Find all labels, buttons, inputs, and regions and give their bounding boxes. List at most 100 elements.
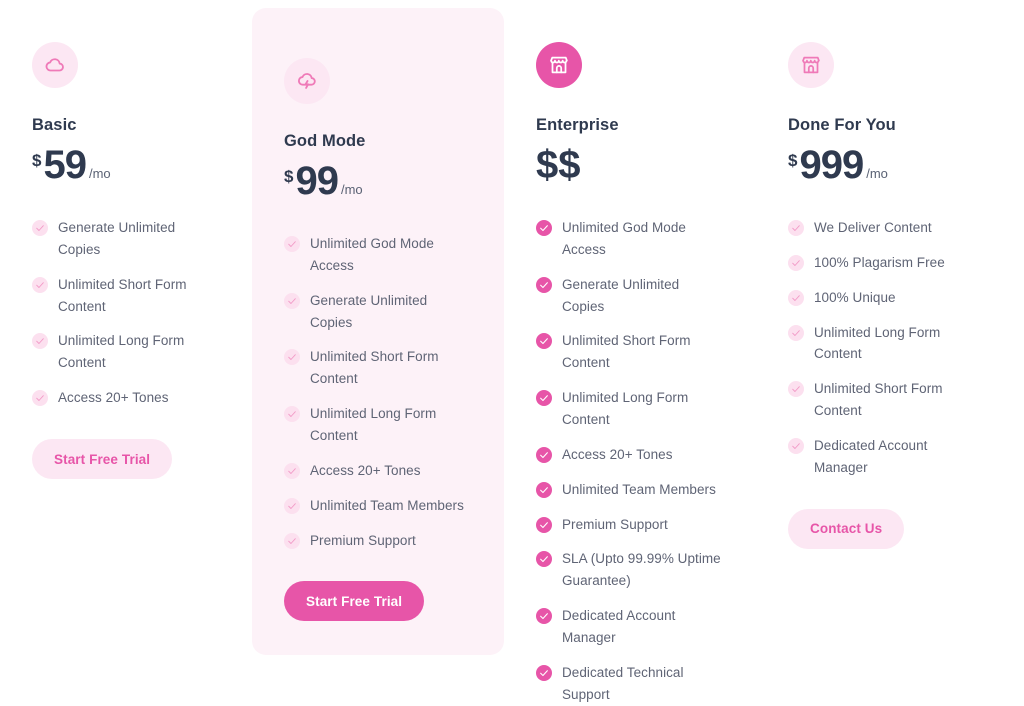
feature-label: Dedicated Technical Support [562,664,684,702]
price-amount: $$ [536,143,581,187]
plan-price: $99/mo [284,161,472,203]
price-currency: $ [788,151,798,170]
feature-item: Unlimited Short Form Content [32,274,220,318]
feature-item: Premium Support [284,530,472,552]
store-icon [536,42,582,88]
feature-label: Access 20+ Tones [562,446,673,462]
feature-item: Access 20+ Tones [284,460,472,482]
plan-card-basic: Basic $59/mo Generate Unlimited Copies Unli… [0,0,252,480]
store-icon [788,42,834,88]
price-amount: 999 [799,143,864,187]
check-icon [284,406,300,423]
check-icon [536,608,552,625]
pricing-plans-grid: Basic $59/mo Generate Unlimited Copies Unli… [0,0,1024,706]
feature-label: Unlimited God Mode Access [310,236,434,273]
feature-list: Unlimited God Mode Access Generate Unlimi… [536,217,724,706]
feature-label: 100% Unique [814,289,896,305]
feature-item: Dedicated Technical Support [536,662,724,706]
check-icon [536,446,552,463]
feature-item: Unlimited Long Form Content [788,322,976,366]
feature-label: Access 20+ Tones [310,462,421,478]
feature-item: 100% Unique [788,287,976,309]
check-icon [32,220,48,236]
plan-price: $59/mo [32,145,220,187]
check-icon [284,532,300,549]
check-icon [284,497,300,514]
feature-label: Unlimited Long Form Content [58,333,185,371]
feature-item: Generate Unlimited Copies [284,290,472,334]
plan-name: Enterprise [536,116,619,134]
feature-item: Unlimited Short Form Content [284,346,472,390]
feature-item: Premium Support [536,514,724,536]
price-currency: $ [284,167,294,186]
check-icon [788,438,804,455]
feature-label: Unlimited Long Form Content [310,406,437,444]
feature-item: Access 20+ Tones [32,387,220,409]
feature-label: Generate Unlimited Copies [562,276,680,314]
feature-item: 100% Plagarism Free [788,252,976,274]
feature-item: Generate Unlimited Copies [536,274,724,318]
plan-name: Done For You [788,116,896,134]
check-icon [32,276,48,293]
plan-card-done-for-you: Done For You $999/mo We Deliver Content 100… [756,0,1008,549]
feature-label: We Deliver Content [814,220,932,235]
feature-item: Unlimited Team Members [284,495,472,517]
feature-label: Generate Unlimited Copies [310,292,428,330]
feature-label: Unlimited Short Form Content [58,276,187,314]
check-icon [32,333,48,350]
price-period: /mo [88,166,111,181]
check-icon [536,220,552,236]
check-icon [788,324,804,341]
feature-label: SLA (Upto 99.99% Uptime Guarantee) [562,551,721,589]
check-icon [536,516,552,533]
check-icon [536,390,552,407]
cloud-icon [32,42,78,88]
feature-item: Dedicated Account Manager [536,605,724,649]
check-icon [284,236,300,252]
check-icon [284,292,300,309]
plan-price: $$ [536,145,724,187]
feature-item: Generate Unlimited Copies [32,217,220,261]
start-free-trial-button[interactable]: Start Free Trial [284,581,425,622]
feature-item: Unlimited Long Form Content [536,387,724,431]
feature-item: Unlimited Short Form Content [788,378,976,422]
check-icon [32,390,48,407]
check-icon [788,381,804,398]
feature-label: Access 20+ Tones [58,390,169,406]
plan-card-enterprise: Enterprise $$ Unlimited God Mode Access Gen… [504,0,756,706]
feature-label: 100% Plagarism Free [814,254,945,270]
feature-label: Unlimited God Mode Access [562,220,686,257]
feature-item: Unlimited Long Form Content [284,403,472,447]
check-icon [536,551,552,568]
contact-us-button[interactable]: Contact Us [788,508,905,549]
feature-label: Premium Support [310,532,416,548]
plan-card-god-mode: God Mode $99/mo Unlimited God Mode Access G… [252,8,504,656]
check-icon [536,333,552,350]
start-free-trial-button[interactable]: Start Free Trial [32,439,173,480]
feature-label: Dedicated Account Manager [562,608,676,646]
feature-label: Unlimited Long Form Content [814,324,941,362]
price-period: /mo [866,166,888,181]
check-icon [536,664,552,681]
feature-list: We Deliver Content 100% Plagarism Free 100… [788,217,976,479]
check-icon [788,220,804,236]
check-icon [536,276,552,293]
price-amount: 59 [43,143,86,187]
check-icon [788,289,804,306]
feature-label: Dedicated Account Manager [814,438,928,475]
feature-item: Unlimited Team Members [536,479,724,501]
feature-label: Premium Support [562,516,668,532]
feature-label: Unlimited Short Form Content [310,349,439,387]
plan-price: $999/mo [788,145,976,187]
feature-item: Access 20+ Tones [536,444,724,466]
feature-item: Unlimited God Mode Access [284,233,472,277]
check-icon [788,254,804,271]
check-icon [284,349,300,366]
feature-label: Generate Unlimited Copies [58,220,176,257]
feature-item: Dedicated Account Manager [788,435,976,479]
feature-label: Unlimited Long Form Content [562,390,689,428]
feature-label: Unlimited Team Members [562,481,716,497]
feature-list: Generate Unlimited Copies Unlimited Short… [32,217,220,409]
feature-item: Unlimited Short Form Content [536,330,724,374]
feature-label: Unlimited Team Members [310,497,464,513]
